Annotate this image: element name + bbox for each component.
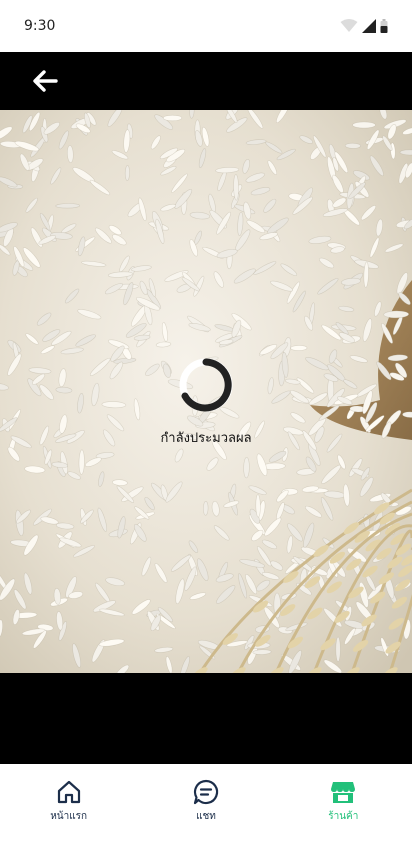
bottom-navigation: หน้าแรก แชท ร้านค้า xyxy=(0,764,412,844)
app-bar xyxy=(0,52,412,110)
nav-item-store[interactable]: ร้านค้า xyxy=(293,778,393,824)
battery-icon xyxy=(380,19,388,33)
chat-icon xyxy=(193,779,219,805)
nav-label-home: หน้าแรก xyxy=(50,811,88,822)
status-time: 9:30 xyxy=(24,18,56,34)
home-icon xyxy=(57,780,80,804)
nav-item-chat[interactable]: แชท xyxy=(156,778,256,824)
back-button[interactable] xyxy=(30,66,60,96)
spinner-icon xyxy=(179,358,233,412)
cellular-signal-icon xyxy=(362,19,376,33)
nav-label-chat: แชท xyxy=(196,811,216,822)
nav-label-store: ร้านค้า xyxy=(328,811,359,822)
nav-item-home[interactable]: หน้าแรก xyxy=(19,778,119,824)
store-icon xyxy=(331,782,356,803)
wifi-icon xyxy=(340,19,358,32)
status-icons xyxy=(340,19,388,33)
black-band xyxy=(0,673,412,764)
status-bar: 9:30 xyxy=(0,0,412,52)
loading-text: กำลังประมวลผล xyxy=(160,431,252,446)
arrow-left-icon xyxy=(33,70,58,92)
loading-indicator: กำลังประมวลผล xyxy=(0,355,412,448)
